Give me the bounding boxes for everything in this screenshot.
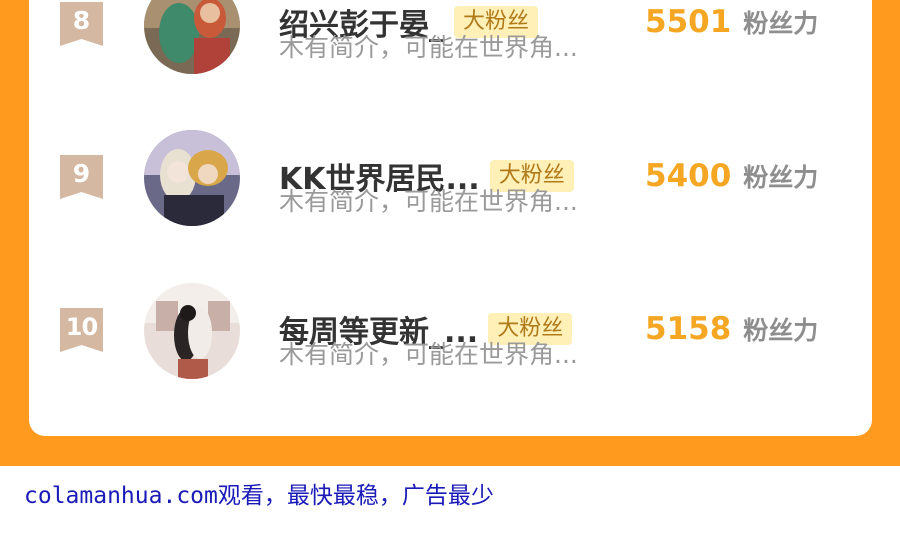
user-intro: 木有简介，可能在世界角... (279, 340, 578, 369)
fan-ranking-card: 8 绍兴彭于晏_ 大粉丝 木有简介，可能在世界角... 5501 粉丝力 9 K… (29, 0, 872, 436)
avatar-image (144, 130, 240, 226)
fan-power-value: 5501 (645, 4, 732, 40)
avatar[interactable] (144, 283, 240, 379)
fan-power-unit: 粉丝力 (743, 316, 819, 345)
fan-power-value: 5400 (645, 158, 732, 194)
fan-power: 5158 粉丝力 (645, 311, 818, 351)
ranking-row[interactable]: 10 每周等更新_... 大粉丝 木有简介，可能在世界角... 5158 粉丝力 (29, 275, 872, 385)
rank-badge: 9 (60, 155, 103, 199)
rank-badge: 8 (60, 2, 103, 46)
fan-power: 5501 粉丝力 (645, 4, 818, 44)
fan-power-unit: 粉丝力 (743, 9, 819, 38)
site-watermark-text: colamanhua.com观看，最快最稳，广告最少 (24, 483, 494, 509)
fan-power: 5400 粉丝力 (645, 158, 818, 198)
user-intro: 木有简介，可能在世界角... (279, 33, 578, 62)
ranking-row[interactable]: 9 KK世界居民... 大粉丝 木有简介，可能在世界角... 5400 粉丝力 (29, 122, 872, 232)
avatar[interactable] (144, 130, 240, 226)
avatar-image (144, 283, 240, 379)
fan-power-unit: 粉丝力 (743, 163, 819, 192)
fan-power-value: 5158 (645, 311, 732, 347)
avatar-image (144, 0, 240, 74)
rank-badge: 10 (60, 308, 103, 352)
ranking-row[interactable]: 8 绍兴彭于晏_ 大粉丝 木有简介，可能在世界角... 5501 粉丝力 (29, 0, 872, 80)
user-intro: 木有简介，可能在世界角... (279, 187, 578, 216)
avatar[interactable] (144, 0, 240, 74)
